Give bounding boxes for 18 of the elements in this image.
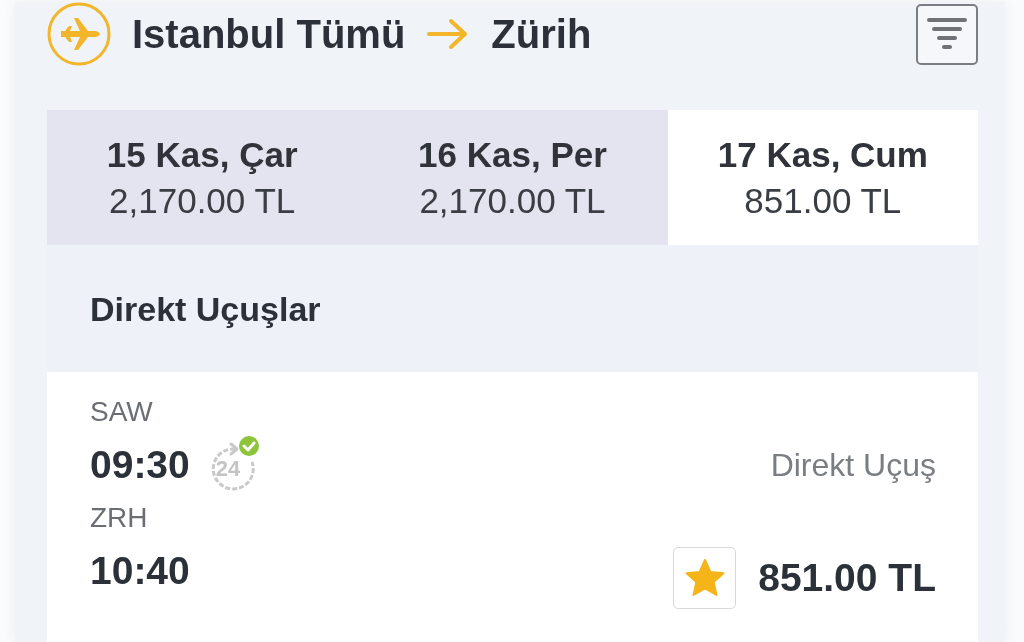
date-tab[interactable]: 16 Kas, Per 2,170.00 TL xyxy=(357,110,668,245)
arrival-airport: ZRH xyxy=(90,500,148,535)
arrow-right-icon xyxy=(427,18,470,50)
arrival-time: 10:40 xyxy=(90,547,190,594)
filter-icon xyxy=(926,16,968,52)
departure-airport: SAW xyxy=(90,394,153,429)
flight-card[interactable]: SAW 09:30 24 ZRH 10:40 Direkt Uçuş 851.00 TL xyxy=(47,372,978,642)
airplane-icon xyxy=(47,2,111,66)
section-title: Direkt Uçuşlar xyxy=(90,288,321,330)
departure-time: 09:30 xyxy=(90,441,190,488)
destination-city: Zürih xyxy=(491,11,592,58)
origin-city: Istanbul Tümü xyxy=(132,11,406,58)
date-tab[interactable]: 15 Kas, Çar 2,170.00 TL xyxy=(47,110,358,245)
flight-type: Direkt Uçuş xyxy=(770,445,936,484)
star-icon xyxy=(684,559,725,597)
date-tab[interactable]: 17 Kas, Cum 851.00 TL xyxy=(667,110,978,245)
flight-price: 851.00 TL xyxy=(758,555,936,601)
filter-button[interactable] xyxy=(916,3,978,65)
